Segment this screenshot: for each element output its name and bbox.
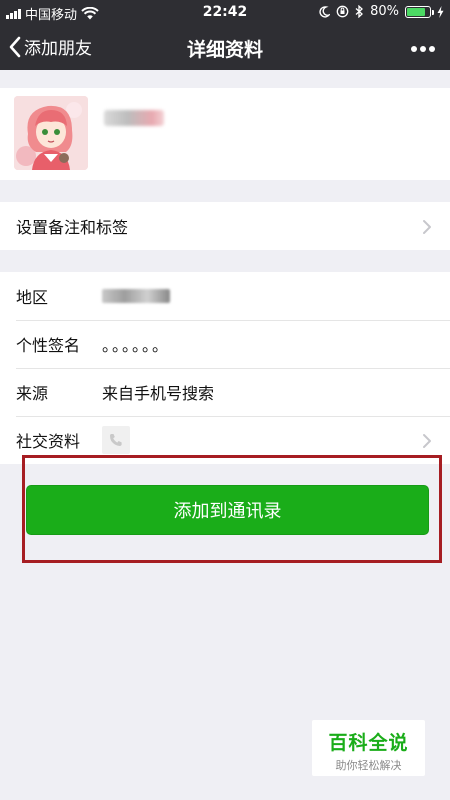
- avatar[interactable]: [14, 96, 88, 170]
- info-group: 地区 个性签名 。。。。。。 来源 来自手机号搜索 社交资料: [0, 272, 450, 464]
- social-value: [102, 426, 450, 454]
- bluetooth-icon: [355, 5, 364, 18]
- rotation-lock-icon: [336, 5, 349, 18]
- signature-row: 个性签名 。。。。。。: [0, 320, 450, 368]
- back-label: 添加朋友: [24, 39, 92, 59]
- remark-group: 设置备注和标签: [0, 202, 450, 250]
- profile-card: [0, 88, 450, 180]
- region-label: 地区: [16, 288, 49, 307]
- phone-icon: [102, 426, 130, 454]
- signature-value: 。。。。。。: [102, 336, 171, 355]
- nav-bar: 添加朋友 详细资料: [0, 24, 450, 70]
- watermark-title: 百科全说: [328, 732, 409, 754]
- watermark-subtitle: 助你轻松解决: [335, 759, 402, 772]
- back-button[interactable]: 添加朋友: [8, 34, 92, 59]
- source-value: 来自手机号搜索: [102, 384, 215, 403]
- social-label: 社交资料: [16, 432, 81, 451]
- watermark-logo: 百科全说 助你轻松解决: [312, 720, 425, 776]
- chevron-left-icon: [9, 36, 21, 57]
- charging-icon: [437, 5, 444, 18]
- more-icon: [411, 46, 435, 52]
- avatar-illustration: [14, 96, 88, 170]
- remark-label: 设置备注和标签: [16, 218, 129, 237]
- status-right: 80%: [319, 4, 444, 19]
- more-button[interactable]: [410, 38, 436, 54]
- source-label: 来源: [16, 384, 49, 403]
- region-value: [102, 289, 450, 303]
- signature-label: 个性签名: [16, 336, 81, 355]
- chevron-right-icon: [423, 220, 431, 234]
- chevron-right-icon: [423, 434, 431, 448]
- nickname-blurred: [104, 110, 164, 126]
- moon-icon: [319, 5, 331, 18]
- region-row: 地区: [0, 272, 450, 320]
- battery-icon: [405, 5, 434, 18]
- source-row: 来源 来自手机号搜索: [0, 368, 450, 416]
- add-to-contacts-button[interactable]: 添加到通讯录: [26, 485, 429, 535]
- remark-row[interactable]: 设置备注和标签: [0, 202, 450, 250]
- battery-percent: 80%: [370, 4, 399, 19]
- status-bar: 中国移动 22:42 80%: [0, 0, 450, 24]
